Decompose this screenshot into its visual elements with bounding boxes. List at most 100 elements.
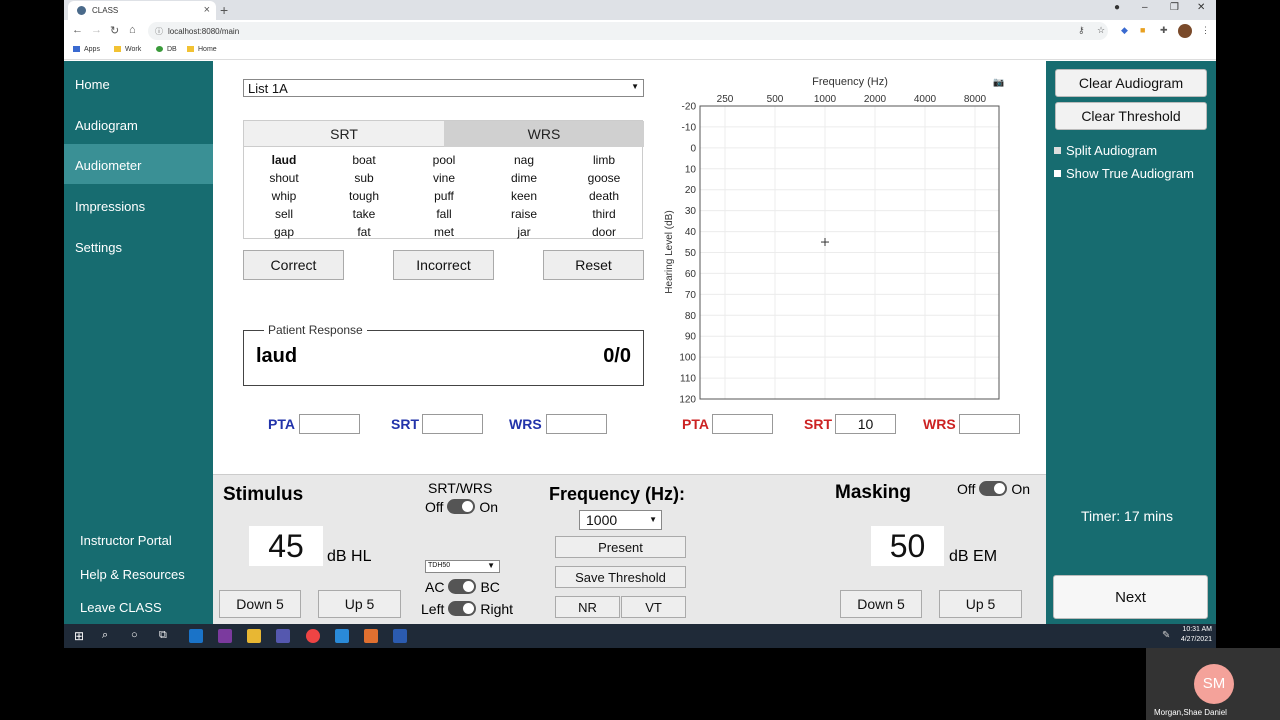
url-text: localhost:8080/main <box>168 27 240 36</box>
key-icon[interactable]: ⚷ <box>1078 25 1085 36</box>
nr-button[interactable]: NR <box>555 596 620 618</box>
home-icon[interactable]: ⌂ <box>129 24 136 36</box>
sidebar: Home Audiogram Audiometer Impressions Se… <box>64 61 213 624</box>
chevron-down-icon: ▼ <box>649 515 657 524</box>
sidebar-item-help[interactable]: Help & Resources <box>80 567 185 582</box>
bookmark-home[interactable]: Home <box>187 46 217 53</box>
ac-bc-toggle-row: AC BC <box>425 579 500 595</box>
y-tick-label: 0 <box>690 143 696 154</box>
srt-wrs-off-label: Off <box>425 499 444 515</box>
matlab-icon[interactable] <box>364 629 378 643</box>
right-panel: Clear Audiogram Clear Threshold Split Au… <box>1046 61 1216 624</box>
vt-button[interactable]: VT <box>621 596 686 618</box>
pta-field-left[interactable] <box>299 414 360 434</box>
ear-toggle[interactable] <box>448 601 477 616</box>
extension-2-icon[interactable]: ■ <box>1140 25 1145 35</box>
sidebar-item-settings[interactable]: Settings <box>64 226 213 266</box>
file-explorer-icon[interactable] <box>247 629 261 643</box>
sidebar-item-impressions[interactable]: Impressions <box>64 185 213 225</box>
sidebar-item-audiometer[interactable]: Audiometer <box>64 144 213 184</box>
outlook-icon[interactable] <box>189 629 203 643</box>
menu-icon[interactable]: ⋮ <box>1201 25 1210 36</box>
camera-icon[interactable]: 📷 <box>993 77 1004 87</box>
y-tick-label: 110 <box>680 374 696 385</box>
pen-icon[interactable]: ✎ <box>1162 630 1170 641</box>
reload-icon[interactable]: ↻ <box>110 24 119 37</box>
masking-level-display: 50 <box>871 526 944 566</box>
ac-label: AC <box>425 579 445 595</box>
audiogram-chart[interactable]: Frequency (Hz) Hearing Level (dB) 250 500… <box>213 61 1046 406</box>
new-tab-icon[interactable]: + <box>220 2 228 18</box>
srt-field-right[interactable]: 10 <box>835 414 896 434</box>
teams-icon[interactable] <box>276 629 290 643</box>
clock-date: 4/27/2021 <box>1180 636 1212 643</box>
maximize-icon[interactable]: ❐ <box>1170 2 1179 13</box>
stimulus-down-button[interactable]: Down 5 <box>219 590 301 618</box>
masking-unit: dB EM <box>949 548 998 565</box>
wrs-field-right[interactable] <box>959 414 1020 434</box>
transducer-select[interactable]: TDH50 ▼ <box>425 560 500 573</box>
chart-ylabel: Hearing Level (dB) <box>664 210 675 293</box>
class-app: Home Audiogram Audiometer Impressions Se… <box>64 61 1216 624</box>
srt-field-left[interactable] <box>422 414 483 434</box>
app-window: CLASS × + ● – ❐ ✕ ← → ↻ ⌂ ⓘ localhost:80… <box>64 0 1216 648</box>
left-ear-label: Left <box>421 601 445 617</box>
vscode-icon[interactable] <box>335 629 349 643</box>
chart-xticks: 250 500 1000 2000 4000 8000 <box>717 94 987 105</box>
pta-field-right[interactable] <box>712 414 773 434</box>
bookmark-db[interactable]: DB <box>156 46 177 53</box>
sidebar-item-leave[interactable]: Leave CLASS <box>80 600 162 615</box>
x-tick-label: 4000 <box>914 94 937 105</box>
puzzle-icon[interactable]: ✚ <box>1160 25 1168 36</box>
account-icon[interactable]: ● <box>1114 2 1120 13</box>
cortana-icon[interactable]: ○ <box>131 629 138 641</box>
minimize-icon[interactable]: – <box>1142 2 1148 13</box>
present-button[interactable]: Present <box>555 536 686 558</box>
word-icon[interactable] <box>393 629 407 643</box>
close-tab-icon[interactable]: × <box>204 4 210 16</box>
sidebar-item-home[interactable]: Home <box>64 63 213 103</box>
bookmark-apps[interactable]: Apps <box>73 46 100 53</box>
right-ear-label: Right <box>480 601 514 617</box>
star-icon[interactable]: ☆ <box>1097 25 1105 36</box>
stimulus-title: Stimulus <box>223 484 304 505</box>
sidebar-item-instructor-portal[interactable]: Instructor Portal <box>80 533 172 548</box>
task-view-icon[interactable]: ⧉ <box>159 629 167 642</box>
windows-start-icon[interactable]: ⊞ <box>74 629 84 643</box>
bookmark-work[interactable]: Work <box>114 46 141 53</box>
timer-text: Timer: 17 mins <box>1081 508 1174 524</box>
browser-tab[interactable]: CLASS × <box>68 1 216 20</box>
clear-threshold-button[interactable]: Clear Threshold <box>1055 102 1207 130</box>
forward-icon[interactable]: → <box>91 24 102 36</box>
wrs-field-left[interactable] <box>546 414 607 434</box>
audiometer-controls: Stimulus 45 dB HL Down 5 Up 5 SRT/WRS Of… <box>213 474 1046 624</box>
windows-taskbar: ⊞ ⌕ ○ ⧉ ✎ 10:31 AM 4/27/2021 <box>64 624 1216 648</box>
url-field[interactable]: ⓘ localhost:8080/main <box>148 22 1108 40</box>
extension-icon[interactable]: ◆ <box>1121 25 1128 36</box>
sidebar-item-audiogram[interactable]: Audiogram <box>64 104 213 144</box>
onenote-icon[interactable] <box>218 629 232 643</box>
frequency-select[interactable]: 1000 ▼ <box>579 510 662 530</box>
tab-title: CLASS <box>92 6 119 15</box>
split-audiogram-checkbox[interactable]: Split Audiogram <box>1054 143 1157 158</box>
next-button[interactable]: Next <box>1053 575 1208 619</box>
y-tick-label: 60 <box>685 269 697 280</box>
show-true-audiogram-checkbox[interactable]: Show True Audiogram <box>1054 166 1194 181</box>
masking-toggle[interactable] <box>979 481 1008 496</box>
clear-audiogram-button[interactable]: Clear Audiogram <box>1055 69 1207 97</box>
masking-on-label: On <box>1011 481 1031 497</box>
profile-avatar[interactable] <box>1178 24 1192 38</box>
y-tick-label: 40 <box>685 227 697 238</box>
srt-wrs-toggle[interactable] <box>447 499 476 514</box>
back-icon[interactable]: ← <box>72 24 83 36</box>
y-tick-label: 70 <box>685 290 697 301</box>
masking-up-button[interactable]: Up 5 <box>939 590 1022 618</box>
save-threshold-button[interactable]: Save Threshold <box>555 566 686 588</box>
ac-bc-toggle[interactable] <box>448 579 477 594</box>
stimulus-up-button[interactable]: Up 5 <box>318 590 401 618</box>
y-tick-label: 120 <box>679 395 696 406</box>
search-icon[interactable]: ⌕ <box>102 629 108 642</box>
close-window-icon[interactable]: ✕ <box>1197 2 1205 13</box>
chrome-icon[interactable] <box>306 629 320 643</box>
masking-down-button[interactable]: Down 5 <box>840 590 922 618</box>
